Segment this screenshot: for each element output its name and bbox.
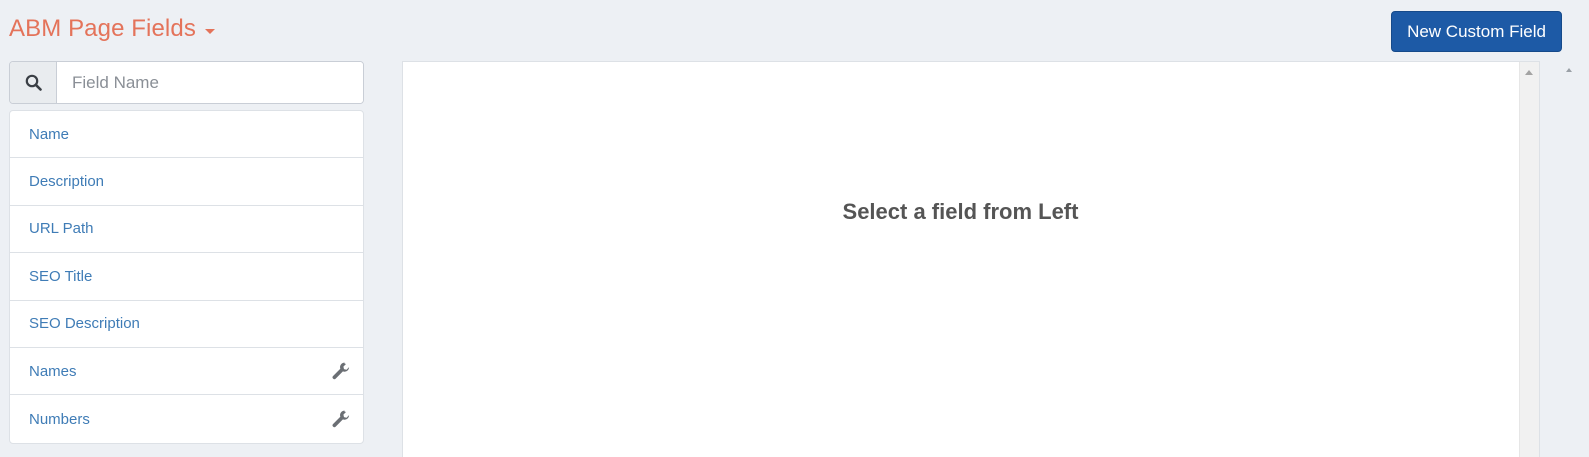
page-title: ABM Page Fields <box>9 15 196 42</box>
scroll-up-arrow-icon[interactable] <box>1525 70 1533 75</box>
page-scroll-arrow-icon[interactable] <box>1566 68 1572 72</box>
field-detail-panel: Select a field from Left <box>402 61 1540 457</box>
panel-scrollbar[interactable] <box>1519 62 1539 457</box>
field-list-item-name[interactable]: Name <box>10 111 363 159</box>
wrench-icon[interactable] <box>331 409 351 429</box>
page-title-dropdown[interactable]: ABM Page Fields <box>9 15 215 43</box>
empty-state-message: Select a field from Left <box>842 199 1079 224</box>
field-list-item-description[interactable]: Description <box>10 158 363 206</box>
wrench-icon[interactable] <box>331 361 351 381</box>
field-list-item-label: Names <box>29 362 77 380</box>
field-list-item-label: SEO Description <box>29 315 140 333</box>
field-list-item-label: Description <box>29 173 105 191</box>
field-list-item-label: URL Path <box>29 220 94 238</box>
search-icon <box>10 62 57 103</box>
field-list-item-label: Name <box>29 125 70 143</box>
field-list-item-label: Numbers <box>29 410 90 428</box>
field-list-item-seo-title[interactable]: SEO Title <box>10 253 363 301</box>
field-list-item-names[interactable]: Names <box>10 348 363 396</box>
field-list-item-label: SEO Title <box>29 267 93 285</box>
field-list-item-url-path[interactable]: URL Path <box>10 206 363 254</box>
field-list-item-numbers[interactable]: Numbers <box>10 395 363 442</box>
page: ABM Page Fields New Custom Field Name De… <box>0 0 1589 457</box>
field-list-item-seo-description[interactable]: SEO Description <box>10 301 363 348</box>
caret-down-icon[interactable] <box>204 28 215 34</box>
field-search <box>9 61 364 104</box>
search-input[interactable] <box>57 62 363 103</box>
new-custom-field-button[interactable]: New Custom Field <box>1391 11 1562 52</box>
field-list: Name Description URL Path SEO Title SEO … <box>9 110 364 444</box>
